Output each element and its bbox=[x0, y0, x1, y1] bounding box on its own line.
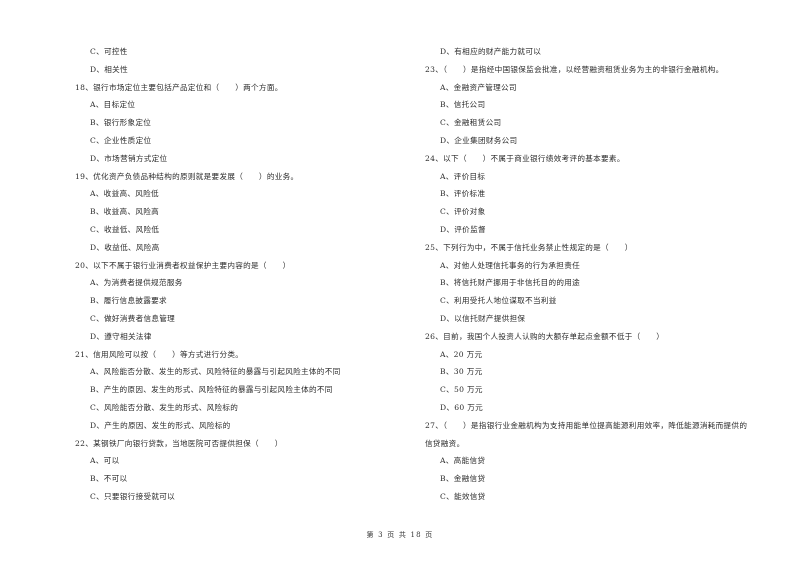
option: C、风险能否分散、发生的形式、风险标的 bbox=[90, 402, 239, 412]
option: C、只要银行接受就可以 bbox=[90, 491, 176, 501]
question-21: 21、信用风险可以按（ ）等方式进行分类。 bbox=[75, 349, 244, 359]
option: C、评价对象 bbox=[440, 207, 486, 217]
option: B、评价标准 bbox=[440, 189, 486, 199]
option: D、遵守相关法律 bbox=[90, 331, 152, 341]
option: D、以信托财产提供担保 bbox=[440, 313, 526, 323]
option: B、30 万元 bbox=[440, 367, 483, 377]
question-18: 18、银行市场定位主要包括产品定位和（ ）两个方面。 bbox=[75, 82, 283, 92]
option: D、相关性 bbox=[90, 64, 128, 74]
option: C、收益低、风险低 bbox=[90, 224, 160, 234]
option: B、履行信息披露要求 bbox=[90, 296, 167, 306]
option: A、评价目标 bbox=[440, 171, 486, 181]
option: B、信托公司 bbox=[440, 100, 486, 110]
question-26: 26、目前，我国个人投资人认购的大额存单起点金额不低于（ ） bbox=[425, 331, 665, 341]
right-column: D、有相应的财产能力就可以 23、（ ）是指经中国银保监会批准，以经营融资租赁业… bbox=[425, 43, 770, 506]
option: B、收益高、风险高 bbox=[90, 207, 160, 217]
option: A、目标定位 bbox=[90, 100, 136, 110]
option: D、产生的原因、发生的形式、风险标的 bbox=[90, 420, 231, 430]
option: A、收益高、风险低 bbox=[90, 189, 159, 199]
question-27-continuation: 信贷融资。 bbox=[425, 438, 465, 448]
question-24: 24、以下（ ）不属于商业银行绩效考评的基本要素。 bbox=[425, 153, 625, 163]
question-22: 22、某钢铁厂向银行贷款，当地医院可否提供担保（ ） bbox=[75, 438, 283, 448]
option: D、企业集团财务公司 bbox=[440, 135, 518, 145]
option: C、企业性质定位 bbox=[90, 135, 152, 145]
question-20: 20、以下不属于银行业消费者权益保护主要内容的是（ ） bbox=[75, 260, 291, 270]
question-25: 25、下列行为中，不属于信托业务禁止性规定的是（ ） bbox=[425, 242, 633, 252]
question-19: 19、优化资产负债品种结构的原则就是要发展（ ）的业务。 bbox=[75, 171, 299, 181]
option: A、风险能否分散、发生的形式、风险特征的暴露与引起风险主体的不同 bbox=[90, 367, 341, 377]
option: D、评价监督 bbox=[440, 224, 486, 234]
option: C、能效信贷 bbox=[440, 491, 486, 501]
option: B、产生的原因、发生的形式、风险特征的暴露与引起风险主体的不同 bbox=[90, 385, 333, 395]
option: D、市场营销方式定位 bbox=[90, 153, 168, 163]
option: D、收益低、风险高 bbox=[90, 242, 160, 252]
option: B、金融信贷 bbox=[440, 474, 486, 484]
option: C、金融租赁公司 bbox=[440, 118, 502, 128]
option: A、20 万元 bbox=[440, 349, 483, 359]
option: C、可控性 bbox=[90, 47, 128, 56]
option: A、高能信贷 bbox=[440, 456, 486, 466]
question-23: 23、（ ）是指经中国银保监会批准，以经营融资租赁业务为主的非银行金融机构。 bbox=[425, 64, 724, 74]
option: B、银行形象定位 bbox=[90, 118, 152, 128]
page-footer: 第 3 页 共 18 页 bbox=[366, 531, 434, 539]
option: D、60 万元 bbox=[440, 402, 484, 412]
question-27: 27、（ ）是指银行业金融机构为支持用能单位提高能源利用效率，降低能源消耗而提供… bbox=[425, 420, 748, 430]
left-column: C、可控性 D、相关性 18、银行市场定位主要包括产品定位和（ ）两个方面。 A… bbox=[75, 43, 405, 506]
option: A、为消费者提供规范服务 bbox=[90, 278, 183, 288]
option: B、将信托财产挪用于非信托目的的用途 bbox=[440, 278, 581, 288]
option: A、金融资产管理公司 bbox=[440, 82, 517, 92]
option: B、不可以 bbox=[90, 474, 128, 484]
option: A、对他人处理信托事务的行为承担责任 bbox=[440, 260, 580, 270]
option: C、做好消费者信息管理 bbox=[90, 313, 176, 323]
option: C、利用受托人地位谋取不当利益 bbox=[440, 296, 557, 306]
option: A、可以 bbox=[90, 456, 120, 466]
option: C、50 万元 bbox=[440, 385, 483, 395]
option: D、有相应的财产能力就可以 bbox=[440, 47, 542, 56]
